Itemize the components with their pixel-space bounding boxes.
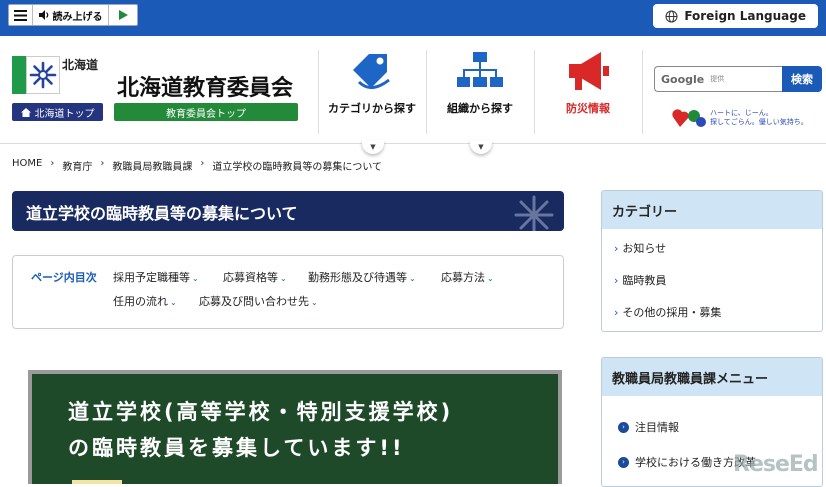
sidebar-menu-heading: 教職員局教職員課メニュー bbox=[602, 358, 822, 396]
heart-logo-icon bbox=[672, 109, 706, 127]
top-bar: 読み上げる Foreign Language bbox=[0, 0, 826, 36]
read-aloud-button[interactable]: 読み上げる bbox=[33, 5, 109, 25]
arrow-circle-icon: › bbox=[618, 456, 629, 468]
sidebar-item-label: その他の採用・募集 bbox=[622, 306, 722, 319]
breadcrumb: HOME › 教育庁 › 教職員局教職員課 › 道立学校の臨時教員等の募集につい… bbox=[12, 158, 382, 173]
menu-button[interactable] bbox=[9, 5, 33, 25]
toc-heading: ページ内目次 bbox=[31, 271, 97, 284]
speaker-icon bbox=[38, 10, 48, 20]
site-header: 北海道 北海道トップ 北海道教育委員会 教育委員会トップ カテゴリから探す 組織… bbox=[0, 36, 826, 154]
prefecture-name: 北海道 bbox=[62, 58, 99, 72]
search-input[interactable]: Google 提供 bbox=[654, 66, 782, 92]
toc-link-label: 採用予定職種等 bbox=[113, 271, 190, 284]
chevron-right-icon: › bbox=[614, 306, 619, 319]
nav-category-label: カテゴリから探す bbox=[328, 102, 416, 115]
accessibility-toolbar: 読み上げる bbox=[8, 4, 138, 26]
tag-icon bbox=[353, 54, 390, 89]
board-top-button[interactable]: 教育委員会トップ bbox=[114, 103, 298, 121]
breadcrumb-separator-icon: › bbox=[50, 158, 55, 169]
org-chart-icon bbox=[457, 52, 503, 87]
page-title-bar: 道立学校の臨時教員等の募集について bbox=[12, 191, 564, 231]
sidebar-item-other-recruitment[interactable]: › その他の採用・募集 bbox=[614, 304, 721, 320]
play-icon bbox=[118, 10, 128, 20]
nav-disaster-label: 防災情報 bbox=[566, 102, 610, 115]
hamburger-icon bbox=[14, 9, 27, 21]
toc-link-label: 応募資格等 bbox=[223, 271, 278, 284]
hokkaido-top-label: 北海道トップ bbox=[34, 108, 95, 120]
site-title[interactable]: 北海道教育委員会 bbox=[117, 70, 293, 102]
read-aloud-label: 読み上げる bbox=[52, 11, 103, 23]
megaphone-icon bbox=[569, 52, 609, 90]
toc-link-positions[interactable]: 採用予定職種等 ⌄ bbox=[113, 269, 199, 285]
hokkaido-logo[interactable] bbox=[12, 56, 60, 94]
heart-text-2: 探してごらん。優しい気持ち。 bbox=[710, 118, 808, 126]
toc-link-label: 応募方法 bbox=[441, 271, 485, 284]
foreign-language-label: Foreign Language bbox=[684, 9, 806, 23]
watermark: ReseEd bbox=[733, 452, 819, 477]
search-placeholder-brand: Google bbox=[661, 72, 705, 86]
chevron-down-icon: ⌄ bbox=[409, 274, 416, 283]
snowflake-icon bbox=[29, 61, 57, 89]
chevron-right-icon: › bbox=[614, 242, 619, 255]
toc-link-label: 勤務形態及び待遇等 bbox=[308, 271, 407, 284]
nav-category-expand[interactable]: ▼ bbox=[362, 140, 384, 154]
toc-link-label: 任用の流れ bbox=[113, 295, 168, 308]
sidebar-item-label: お知らせ bbox=[622, 242, 667, 255]
page-toc: ページ内目次 採用予定職種等 ⌄ 応募資格等 ⌄ 勤務形態及び待遇等 ⌄ 応募方法 ⌄ … bbox=[12, 255, 564, 329]
sidebar-item-label: 臨時教員 bbox=[622, 274, 667, 287]
chevron-down-icon: ⌄ bbox=[311, 298, 318, 307]
search-button[interactable]: 検索 bbox=[782, 66, 822, 92]
chevron-down-icon: ⌄ bbox=[170, 298, 177, 307]
sidebar-item-featured[interactable]: › 注目情報 bbox=[618, 419, 679, 435]
chevron-down-icon: ⌄ bbox=[192, 274, 199, 283]
breadcrumb-staff-division[interactable]: 教職員局教職員課 bbox=[112, 158, 192, 173]
toc-link-contact[interactable]: 応募及び問い合わせ先 ⌄ bbox=[199, 293, 318, 309]
toc-link-label: 応募及び問い合わせ先 bbox=[199, 295, 309, 308]
nav-category-search[interactable]: カテゴリから探す bbox=[320, 50, 424, 134]
nav-organization-label: 組織から探す bbox=[447, 102, 513, 115]
recruitment-banner: 道立学校(高等学校・特別支援学校) の臨時教員を募集しています!! bbox=[28, 370, 562, 484]
home-icon bbox=[20, 107, 31, 117]
chevron-down-icon: ⌄ bbox=[280, 274, 287, 283]
banner-line-2: の臨時教員を募集しています!! bbox=[68, 436, 405, 460]
snowflake-decoration-icon bbox=[514, 195, 554, 231]
toc-link-flow[interactable]: 任用の流れ ⌄ bbox=[113, 293, 177, 309]
breadcrumb-education-office[interactable]: 教育庁 bbox=[62, 158, 92, 173]
breadcrumb-separator-icon: › bbox=[200, 158, 205, 169]
nav-disaster-info[interactable]: 防災情報 bbox=[536, 50, 640, 134]
breadcrumb-current: 道立学校の臨時教員等の募集について bbox=[212, 162, 383, 173]
page-title: 道立学校の臨時教員等の募集について bbox=[26, 204, 298, 223]
sidebar-category-heading: カテゴリー bbox=[602, 191, 822, 229]
nav-organization-search[interactable]: 組織から探す bbox=[428, 50, 532, 134]
chevron-down-icon: ⌄ bbox=[487, 274, 494, 283]
search-placeholder-sub: 提供 bbox=[710, 75, 725, 83]
board-top-label: 教育委員会トップ bbox=[166, 108, 246, 120]
chalk-piece bbox=[72, 480, 122, 484]
toc-link-apply-method[interactable]: 応募方法 ⌄ bbox=[441, 269, 494, 285]
chevron-right-icon: › bbox=[614, 274, 619, 287]
breadcrumb-separator-icon: › bbox=[100, 158, 105, 169]
sidebar-item-news[interactable]: › お知らせ bbox=[614, 240, 666, 256]
nav-organization-expand[interactable]: ▼ bbox=[470, 140, 492, 154]
play-button[interactable] bbox=[109, 5, 137, 25]
arrow-circle-icon: › bbox=[618, 421, 629, 433]
hokkaido-top-button[interactable]: 北海道トップ bbox=[12, 103, 103, 121]
breadcrumb-home[interactable]: HOME bbox=[12, 158, 42, 173]
foreign-language-button[interactable]: Foreign Language bbox=[653, 4, 818, 28]
heart-text-1: ハートに、じーん。 bbox=[710, 109, 773, 118]
sidebar-item-label: 注目情報 bbox=[635, 421, 679, 434]
sidebar-category: カテゴリー › お知らせ › 臨時教員 › その他の採用・募集 bbox=[601, 190, 823, 332]
banner-line-1: 道立学校(高等学校・特別支援学校) bbox=[68, 400, 454, 424]
globe-icon bbox=[665, 10, 678, 22]
sidebar-item-temporary-teachers[interactable]: › 臨時教員 bbox=[614, 272, 666, 288]
toc-link-qualifications[interactable]: 応募資格等 ⌄ bbox=[223, 269, 287, 285]
toc-link-conditions[interactable]: 勤務形態及び待遇等 ⌄ bbox=[308, 269, 416, 285]
heart-campaign-logo[interactable]: ハートに、じーん。 探してごらん。優しい気持ち。 bbox=[672, 106, 822, 130]
